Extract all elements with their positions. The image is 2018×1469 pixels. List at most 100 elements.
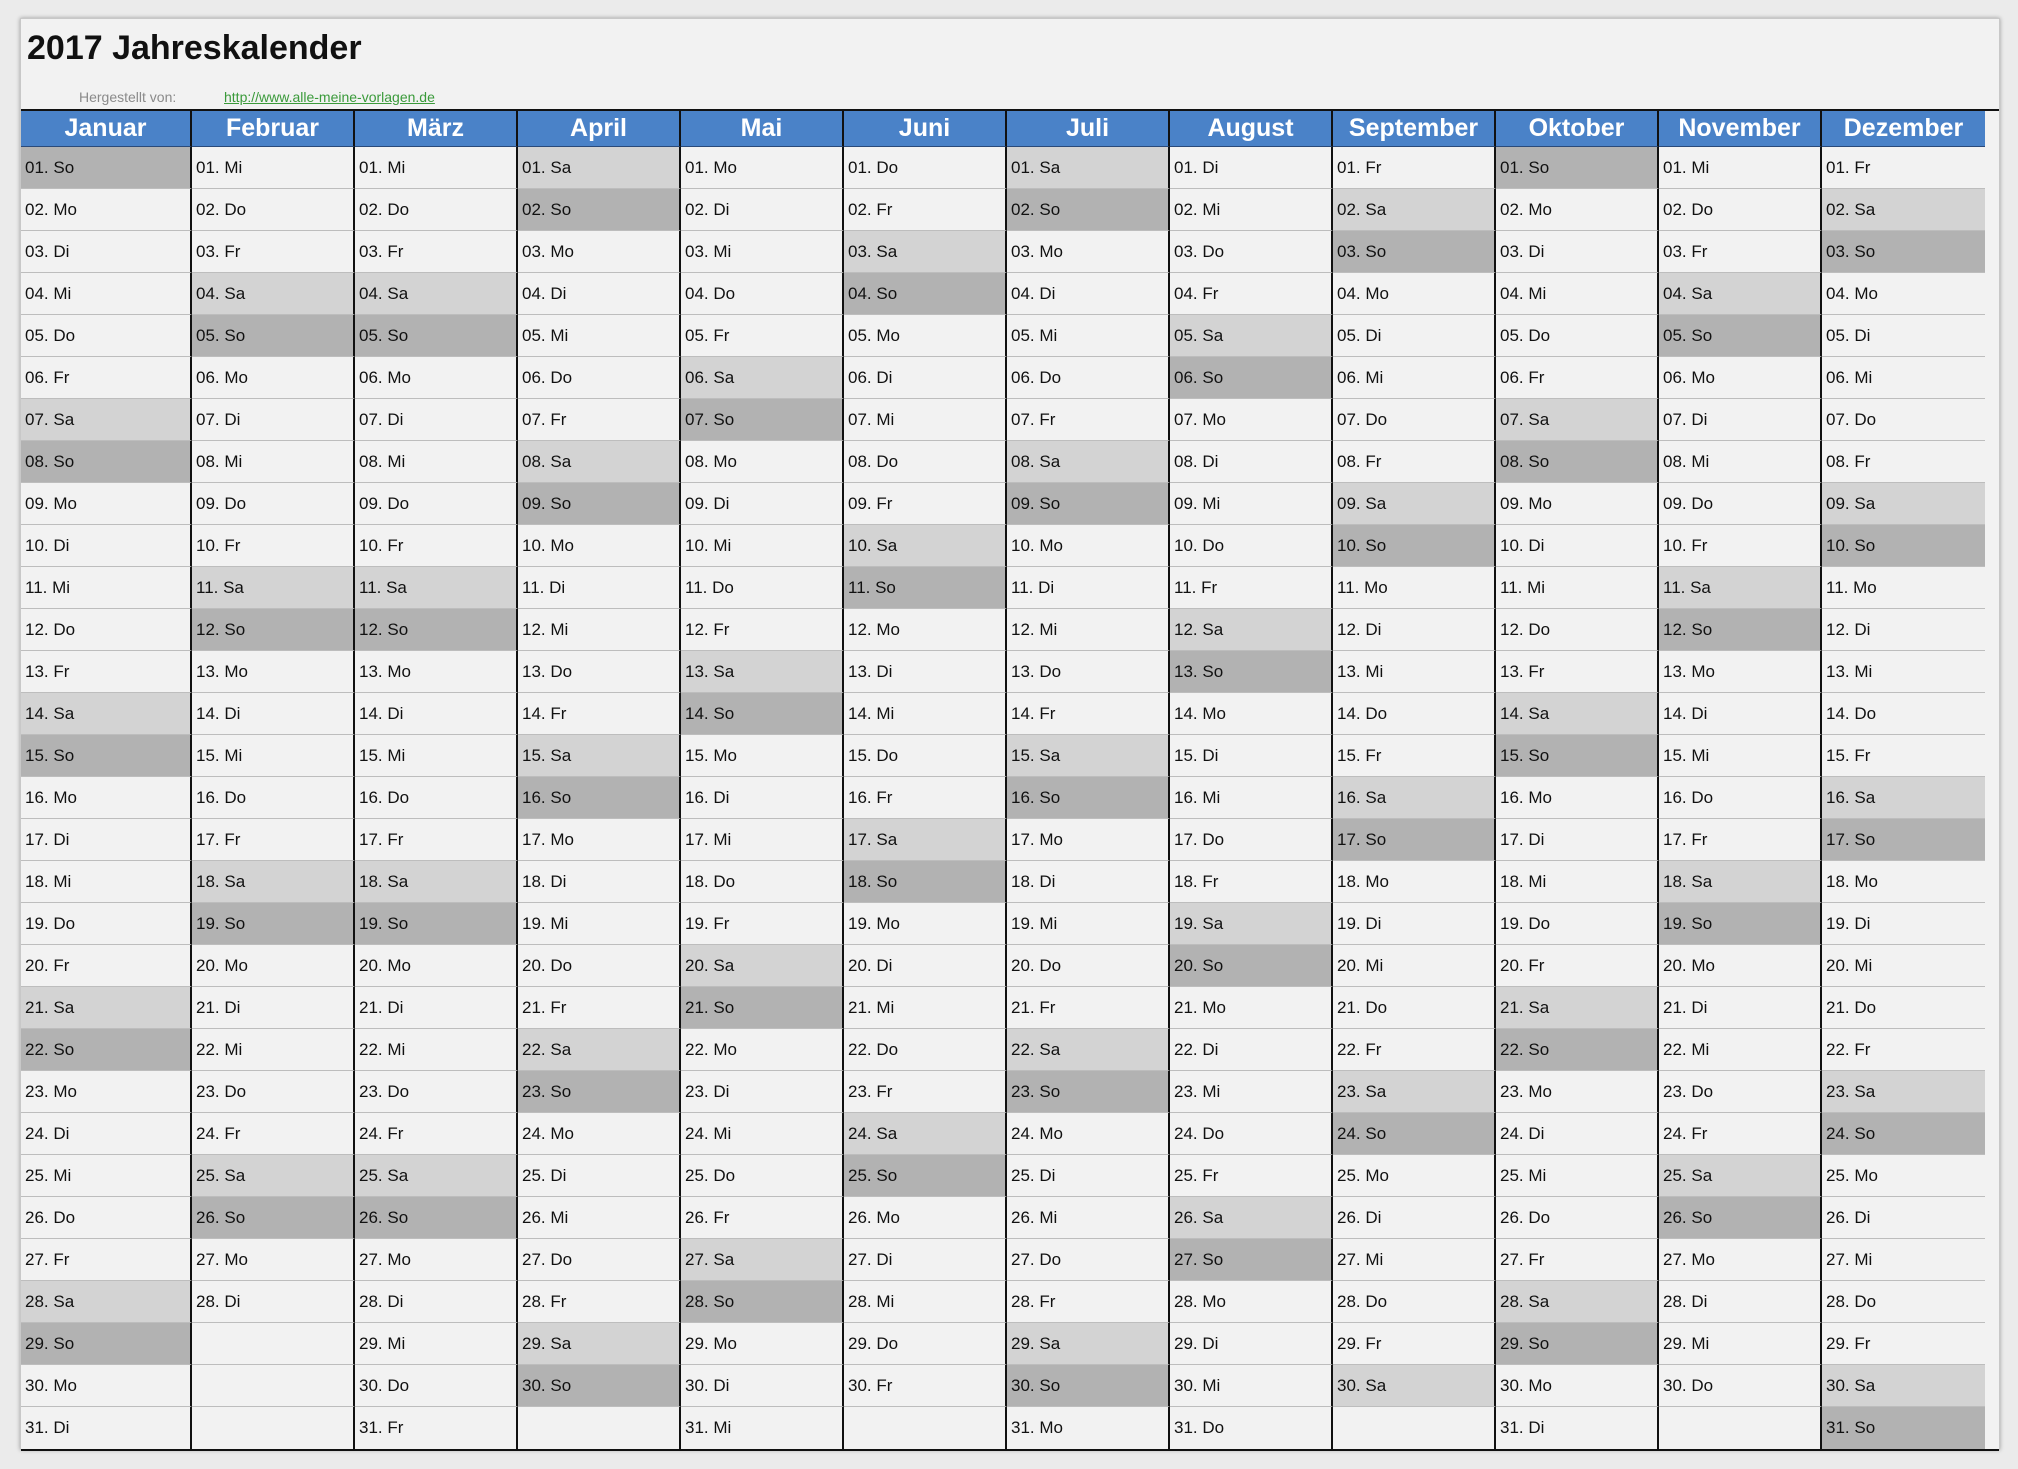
- day-cell: 28. Di: [355, 1281, 518, 1323]
- day-cell: 29. Di: [1170, 1323, 1333, 1365]
- day-cell: 08. Mi: [1659, 441, 1822, 483]
- day-cell: 06. Di: [844, 357, 1007, 399]
- day-cell: 06. Mo: [192, 357, 355, 399]
- day-cell: 30. So: [518, 1365, 681, 1407]
- day-cell: 19. Mo: [844, 903, 1007, 945]
- day-cell: 17. So: [1333, 819, 1496, 861]
- day-cell: 08. Do: [844, 441, 1007, 483]
- day-cell: 26. Mi: [1007, 1197, 1170, 1239]
- day-cell: 20. Mo: [1659, 945, 1822, 987]
- day-cell: 13. Di: [844, 651, 1007, 693]
- day-cell: 25. Sa: [355, 1155, 518, 1197]
- day-cell: 15. Sa: [518, 735, 681, 777]
- day-cell: 21. Sa: [21, 987, 192, 1029]
- day-cell: 22. Sa: [518, 1029, 681, 1071]
- day-cell: 24. So: [1333, 1113, 1496, 1155]
- day-cell: 26. Di: [1333, 1197, 1496, 1239]
- day-cell: 05. Do: [1496, 315, 1659, 357]
- day-cell: 23. Sa: [1822, 1071, 1985, 1113]
- day-cell: 27. Fr: [21, 1239, 192, 1281]
- day-cell: 23. Do: [192, 1071, 355, 1113]
- day-cell: 14. Di: [355, 693, 518, 735]
- day-cell: 20. Di: [844, 945, 1007, 987]
- day-cell: 14. Sa: [21, 693, 192, 735]
- day-cell: 12. Mi: [1007, 609, 1170, 651]
- day-cell: 12. Mo: [844, 609, 1007, 651]
- day-cell: 14. So: [681, 693, 844, 735]
- day-cell: 03. Fr: [1659, 231, 1822, 273]
- day-cell: 16. So: [518, 777, 681, 819]
- day-cell: 20. Fr: [1496, 945, 1659, 987]
- day-cell: 12. Di: [1822, 609, 1985, 651]
- day-cell: 27. Fr: [1496, 1239, 1659, 1281]
- day-cell: 23. Mi: [1170, 1071, 1333, 1113]
- day-cell: 09. Do: [355, 483, 518, 525]
- day-cell: 12. So: [1659, 609, 1822, 651]
- day-cell: 15. Sa: [1007, 735, 1170, 777]
- day-cell: 30. Mo: [1496, 1365, 1659, 1407]
- day-cell: 26. So: [1659, 1197, 1822, 1239]
- day-cell: 07. Do: [1333, 399, 1496, 441]
- credit-link[interactable]: http://www.alle-meine-vorlagen.de: [224, 89, 435, 105]
- day-row: 14. Sa 14. Di 14. Di 14. Fr 14. So 14. Mi 14. …: [21, 693, 1999, 735]
- day-cell: 03. Do: [1170, 231, 1333, 273]
- day-cell: 18. Sa: [355, 861, 518, 903]
- day-cell: 23. So: [1007, 1071, 1170, 1113]
- day-cell: 12. Fr: [681, 609, 844, 651]
- day-cell: 29. Sa: [1007, 1323, 1170, 1365]
- day-cell: 18. So: [844, 861, 1007, 903]
- day-row: 16. Mo 16. Do 16. Do 16. So 16. Di 16. Fr 16. …: [21, 777, 1999, 819]
- day-cell: 06. Fr: [21, 357, 192, 399]
- day-cell: 17. Mi: [681, 819, 844, 861]
- day-cell: 20. Do: [518, 945, 681, 987]
- day-cell: 07. Di: [355, 399, 518, 441]
- day-row: 19. Do 19. So 19. So 19. Mi 19. Fr 19. Mo 19. …: [21, 903, 1999, 945]
- day-cell: 21. Sa: [1496, 987, 1659, 1029]
- day-cell: 02. Fr: [844, 189, 1007, 231]
- month-header-5: Mai: [681, 111, 844, 147]
- day-row: 18. Mi 18. Sa 18. Sa 18. Di 18. Do 18. So 18. …: [21, 861, 1999, 903]
- day-cell: 29. So: [1496, 1323, 1659, 1365]
- day-cell: 07. Do: [1822, 399, 1985, 441]
- day-cell: 21. Di: [1659, 987, 1822, 1029]
- day-cell: 01. Di: [1170, 147, 1333, 189]
- day-cell: 23. Sa: [1333, 1071, 1496, 1113]
- day-cell: 19. Sa: [1170, 903, 1333, 945]
- day-cell: 10. Mo: [518, 525, 681, 567]
- day-cell: 09. Sa: [1822, 483, 1985, 525]
- day-cell: 04. Sa: [355, 273, 518, 315]
- day-cell: 27. Do: [518, 1239, 681, 1281]
- month-header-7: Juli: [1007, 111, 1170, 147]
- day-cell: 15. So: [1496, 735, 1659, 777]
- day-cell: 11. Sa: [355, 567, 518, 609]
- day-cell: 20. Do: [1007, 945, 1170, 987]
- day-cell: 15. Do: [844, 735, 1007, 777]
- day-cell: 25. Fr: [1170, 1155, 1333, 1197]
- day-cell: 03. Di: [21, 231, 192, 273]
- day-cell: 04. So: [844, 273, 1007, 315]
- day-cell: 04. Di: [518, 273, 681, 315]
- day-cell: 11. Sa: [192, 567, 355, 609]
- day-cell: 11. Sa: [1659, 567, 1822, 609]
- day-cell: 14. Do: [1333, 693, 1496, 735]
- day-cell: 12. Mi: [518, 609, 681, 651]
- day-cell: 26. Sa: [1170, 1197, 1333, 1239]
- day-cell: 14. Di: [192, 693, 355, 735]
- day-cell: 05. So: [355, 315, 518, 357]
- day-cell: 19. Fr: [681, 903, 844, 945]
- day-cell: 04. Mi: [21, 273, 192, 315]
- day-cell: 04. Do: [681, 273, 844, 315]
- day-cell: 02. Sa: [1822, 189, 1985, 231]
- day-cell: 15. Mi: [355, 735, 518, 777]
- day-cell: 24. Mo: [518, 1113, 681, 1155]
- day-row: 20. Fr 20. Mo 20. Mo 20. Do 20. Sa 20. Di 20. …: [21, 945, 1999, 987]
- day-cell: 15. Fr: [1822, 735, 1985, 777]
- day-cell: 01. Mo: [681, 147, 844, 189]
- empty-cell: [192, 1323, 355, 1365]
- day-cell: 31. Di: [1496, 1407, 1659, 1449]
- day-row: 15. So 15. Mi 15. Mi 15. Sa 15. Mo 15. Do 15. …: [21, 735, 1999, 777]
- day-cell: 17. Fr: [1659, 819, 1822, 861]
- day-cell: 11. Do: [681, 567, 844, 609]
- day-cell: 12. Do: [21, 609, 192, 651]
- month-header-9: September: [1333, 111, 1496, 147]
